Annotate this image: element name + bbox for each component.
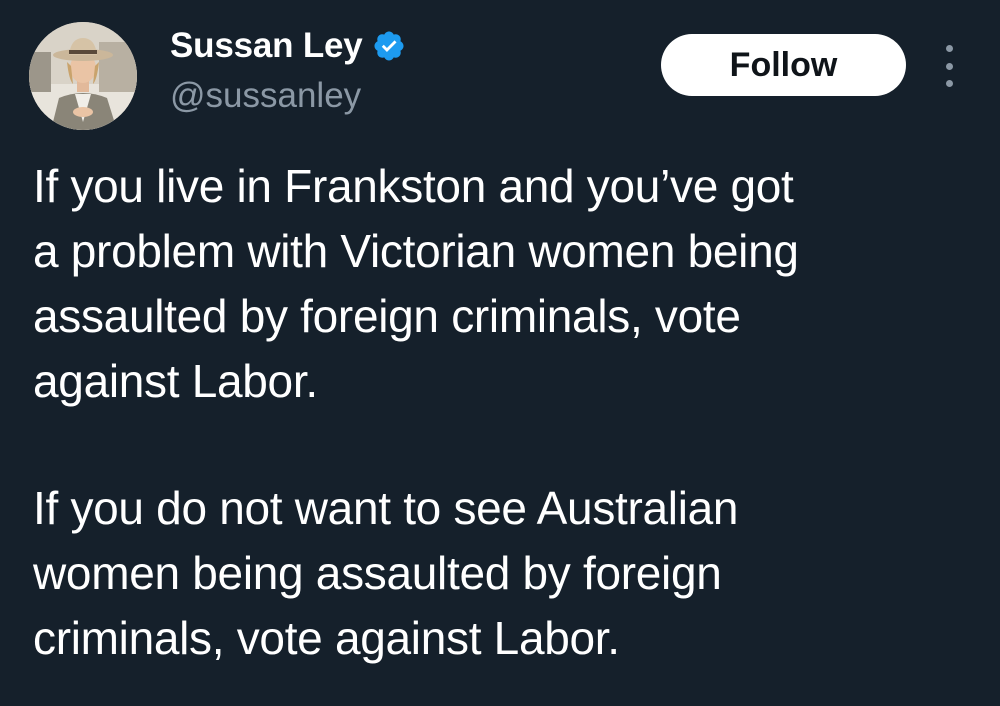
tweet-text-line: If you do not want to see Australian (33, 482, 739, 534)
tweet-text-line: assaulted by foreign criminals, vote (33, 290, 741, 342)
follow-button[interactable]: Follow (661, 34, 906, 96)
avatar[interactable] (29, 22, 137, 130)
display-name[interactable]: Sussan Ley (170, 24, 363, 68)
verified-badge-icon (374, 31, 404, 61)
author-handle[interactable]: @sussanley (170, 74, 361, 118)
avatar-image (29, 22, 137, 130)
author-name-row[interactable]: Sussan Ley (170, 24, 406, 68)
more-vertical-icon (945, 80, 953, 87)
more-vertical-icon (945, 62, 953, 70)
more-vertical-icon (945, 45, 953, 52)
tweet-paragraph-2: If you do not want to see Australian wom… (33, 476, 963, 671)
tweet-text-line: women being assaulted by foreign (33, 547, 722, 599)
tweet-card: Sussan Ley @sussanley Follow If you live… (0, 0, 1000, 706)
more-options-button[interactable] (932, 45, 966, 87)
tweet-text-line: If you live in Frankston and you’ve got (33, 160, 794, 212)
tweet-paragraph-1: If you live in Frankston and you’ve got … (33, 154, 963, 414)
tweet-text-line: criminals, vote against Labor. (33, 612, 620, 664)
tweet-text-line: against Labor. (33, 355, 318, 407)
tweet-text-line: a problem with Victorian women being (33, 225, 799, 277)
